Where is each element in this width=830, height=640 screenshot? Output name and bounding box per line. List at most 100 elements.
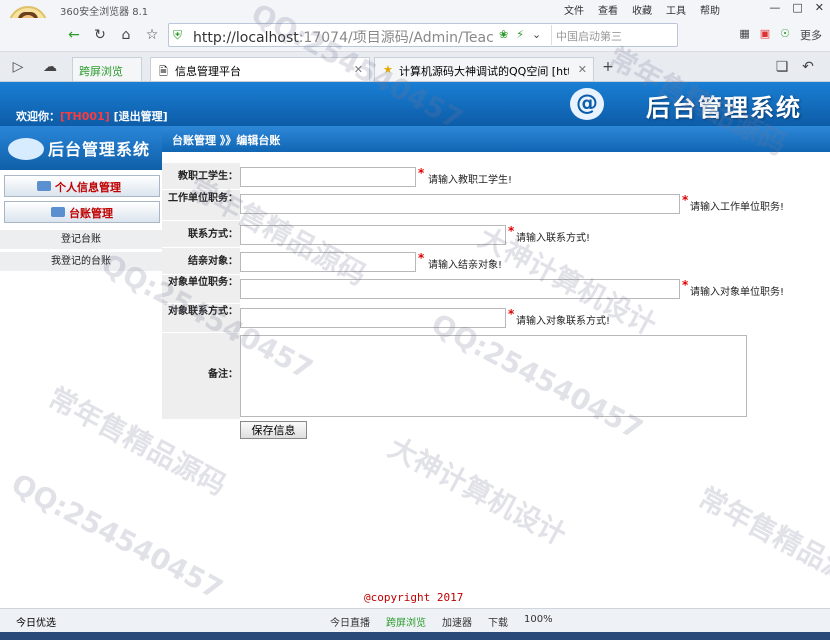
relative-input[interactable] — [240, 252, 416, 272]
sidebar: 后台管理系统 个人信息管理 台账管理 登记台账 我登记的台账 — [0, 126, 162, 606]
watermark: 常年售精品源码 — [693, 480, 830, 602]
field-hint: 请输入工作单位职务! — [690, 202, 785, 213]
browser-menu-bar: 文件 查看 收藏 工具 帮助 — [564, 2, 720, 17]
maximize-icon[interactable]: □ — [792, 1, 802, 14]
grid-apps-icon[interactable]: ▦ — [739, 27, 749, 43]
breadcrumb: 台账管理 》》编辑台账 — [172, 134, 281, 147]
sidebar-item-label: 台账管理 — [69, 207, 113, 220]
favorite-star-icon[interactable]: ☆ — [142, 25, 162, 45]
window-controls: — □ ✕ — [769, 1, 824, 14]
breadcrumb-bar: 台账管理 》》编辑台账 — [162, 126, 830, 152]
refresh-icon[interactable]: ↻ — [90, 25, 110, 45]
statusbar-daily-picks[interactable]: 今日优选 — [16, 614, 56, 629]
address-bar[interactable]: ⛨ http://localhost:17074/项目源码/Admin/Teac… — [168, 23, 678, 47]
work-position-input[interactable] — [240, 194, 680, 214]
form-row-relative-position: 对象单位职务： * 请输入对象单位职务! — [162, 275, 830, 303]
restore-tabs-icon[interactable]: ❏ — [772, 57, 792, 77]
tab-label: 计算机源码大神调试的QQ空间 [http: — [399, 65, 569, 78]
field-label: 对象联系方式： — [168, 306, 238, 317]
sidebar-banner: 后台管理系统 — [0, 126, 162, 170]
back-arrow-icon[interactable]: ← — [64, 25, 84, 45]
sidebar-item-label: 个人信息管理 — [55, 181, 121, 194]
sidebar-subitem-register-ledger[interactable]: 登记台账 — [0, 230, 162, 250]
field-hint: 请输入教职工学生! — [428, 175, 513, 186]
statusbar-accelerator[interactable]: 加速器 — [442, 614, 472, 629]
os-taskbar — [0, 632, 830, 640]
new-tab-icon[interactable]: + — [598, 57, 618, 77]
sidebar-item-personal-info[interactable]: 个人信息管理 — [4, 175, 160, 197]
copyright-text: @copyright 2017 — [364, 591, 464, 604]
watermark: 大神计算机设计 — [383, 430, 572, 552]
menu-favorites[interactable]: 收藏 — [632, 2, 652, 17]
tab-cross-screen[interactable]: 跨屏浏览 — [72, 57, 142, 81]
sidebar-banner-title: 后台管理系统 — [48, 140, 151, 159]
current-user: [TH001] — [60, 110, 110, 123]
field-label: 教职工学生： — [178, 171, 238, 182]
close-tab-icon[interactable]: ✕ — [354, 63, 363, 76]
field-hint: 请输入联系方式! — [516, 233, 591, 244]
tab-label: 跨屏浏览 — [79, 65, 123, 78]
relative-contact-input[interactable] — [240, 308, 506, 328]
menu-help[interactable]: 帮助 — [700, 2, 720, 17]
more-button[interactable]: 更多 — [800, 27, 822, 43]
field-label: 结亲对象： — [188, 256, 238, 267]
undo-close-icon[interactable]: ↶ — [798, 57, 818, 77]
relative-position-input[interactable] — [240, 279, 680, 299]
required-marker: * — [682, 193, 689, 207]
close-tab-icon[interactable]: ✕ — [578, 63, 587, 76]
welcome-text: 欢迎你：[TH001] [退出管理] — [16, 108, 168, 124]
extension-icon[interactable]: ▣ — [760, 27, 770, 43]
tab-qq-space[interactable]: ★ 计算机源码大神调试的QQ空间 [http: ✕ — [374, 57, 594, 81]
browser-app-name: 360安全浏览器 8.1 — [60, 7, 149, 18]
contact-input[interactable] — [240, 225, 506, 245]
menu-file[interactable]: 文件 — [564, 2, 584, 17]
cloud-icon[interactable]: ☁ — [40, 57, 60, 77]
search-placeholder: 中国启动第三 — [556, 30, 622, 43]
field-hint: 请输入结亲对象! — [428, 260, 503, 271]
sidebar-toggle-icon[interactable]: ▷ — [8, 57, 28, 77]
home-icon[interactable]: ⌂ — [116, 25, 136, 45]
compat-mode-icon[interactable]: ❀ — [499, 28, 508, 41]
statusbar-zoom[interactable]: 100% — [524, 614, 553, 629]
search-box[interactable]: 中国启动第三 — [551, 25, 675, 45]
browser-titlebar: 360安全浏览器 8.1 文件 查看 收藏 工具 帮助 — □ ✕ — [0, 0, 830, 18]
close-window-icon[interactable]: ✕ — [815, 1, 824, 14]
required-marker: * — [418, 166, 425, 180]
required-marker: * — [508, 307, 515, 321]
form-row-relative-contact: 对象联系方式： * 请输入对象联系方式! — [162, 304, 830, 332]
field-label: 工作单位职务： — [168, 193, 238, 204]
form-row-relative: 结亲对象： * 请输入结亲对象! — [162, 248, 830, 274]
form-row-remark: 备注： — [162, 333, 830, 419]
field-hint: 请输入对象联系方式! — [516, 316, 611, 327]
dropdown-chevron-icon[interactable]: ⌄ — [532, 28, 541, 41]
required-marker: * — [508, 224, 515, 238]
page-icon: 🗎 — [159, 65, 168, 78]
tab-info-platform[interactable]: 🗎 信息管理平台 ✕ — [150, 57, 370, 81]
staff-student-input[interactable] — [240, 167, 416, 187]
save-button[interactable]: 保存信息 — [240, 421, 307, 439]
sidebar-subitem-my-ledger[interactable]: 我登记的台账 — [0, 252, 162, 272]
menu-tools[interactable]: 工具 — [666, 2, 686, 17]
url-path: :17074/项目源码/Admin/Teacher — [298, 30, 493, 46]
statusbar-download[interactable]: 下载 — [488, 614, 508, 629]
tab-bar: ▷ ☁ 跨屏浏览 🗎 信息管理平台 ✕ ★ 计算机源码大神调试的QQ空间 [ht… — [0, 52, 830, 82]
logout-link[interactable]: [退出管理] — [114, 110, 168, 123]
required-marker: * — [682, 278, 689, 292]
system-title: 后台管理系统 — [646, 94, 802, 122]
field-label: 对象单位职务： — [168, 277, 238, 288]
statusbar-live[interactable]: 今日直播 — [330, 614, 370, 629]
statusbar-cross-screen[interactable]: 跨屏浏览 — [386, 614, 426, 629]
welcome-prefix: 欢迎你： — [16, 110, 60, 123]
remark-textarea[interactable] — [240, 335, 747, 417]
url-text[interactable]: http://localhost:17074/项目源码/Admin/Teache… — [193, 27, 493, 47]
menu-view[interactable]: 查看 — [598, 2, 618, 17]
security-icon[interactable]: ☉ — [780, 27, 790, 43]
speed-mode-icon[interactable]: ⚡ — [516, 28, 524, 41]
toolbar-right: ▦ ▣ ☉ 更多 — [739, 27, 822, 43]
menu-folder-icon — [37, 181, 51, 191]
minimize-icon[interactable]: — — [769, 1, 780, 14]
form-row-work-position: 工作单位职务： * 请输入工作单位职务! — [162, 190, 830, 220]
sidebar-item-ledger[interactable]: 台账管理 — [4, 201, 160, 223]
star-icon: ★ — [383, 63, 393, 76]
browser-navbar: ← ↻ ⌂ ☆ ⛨ http://localhost:17074/项目源码/Ad… — [0, 18, 830, 52]
